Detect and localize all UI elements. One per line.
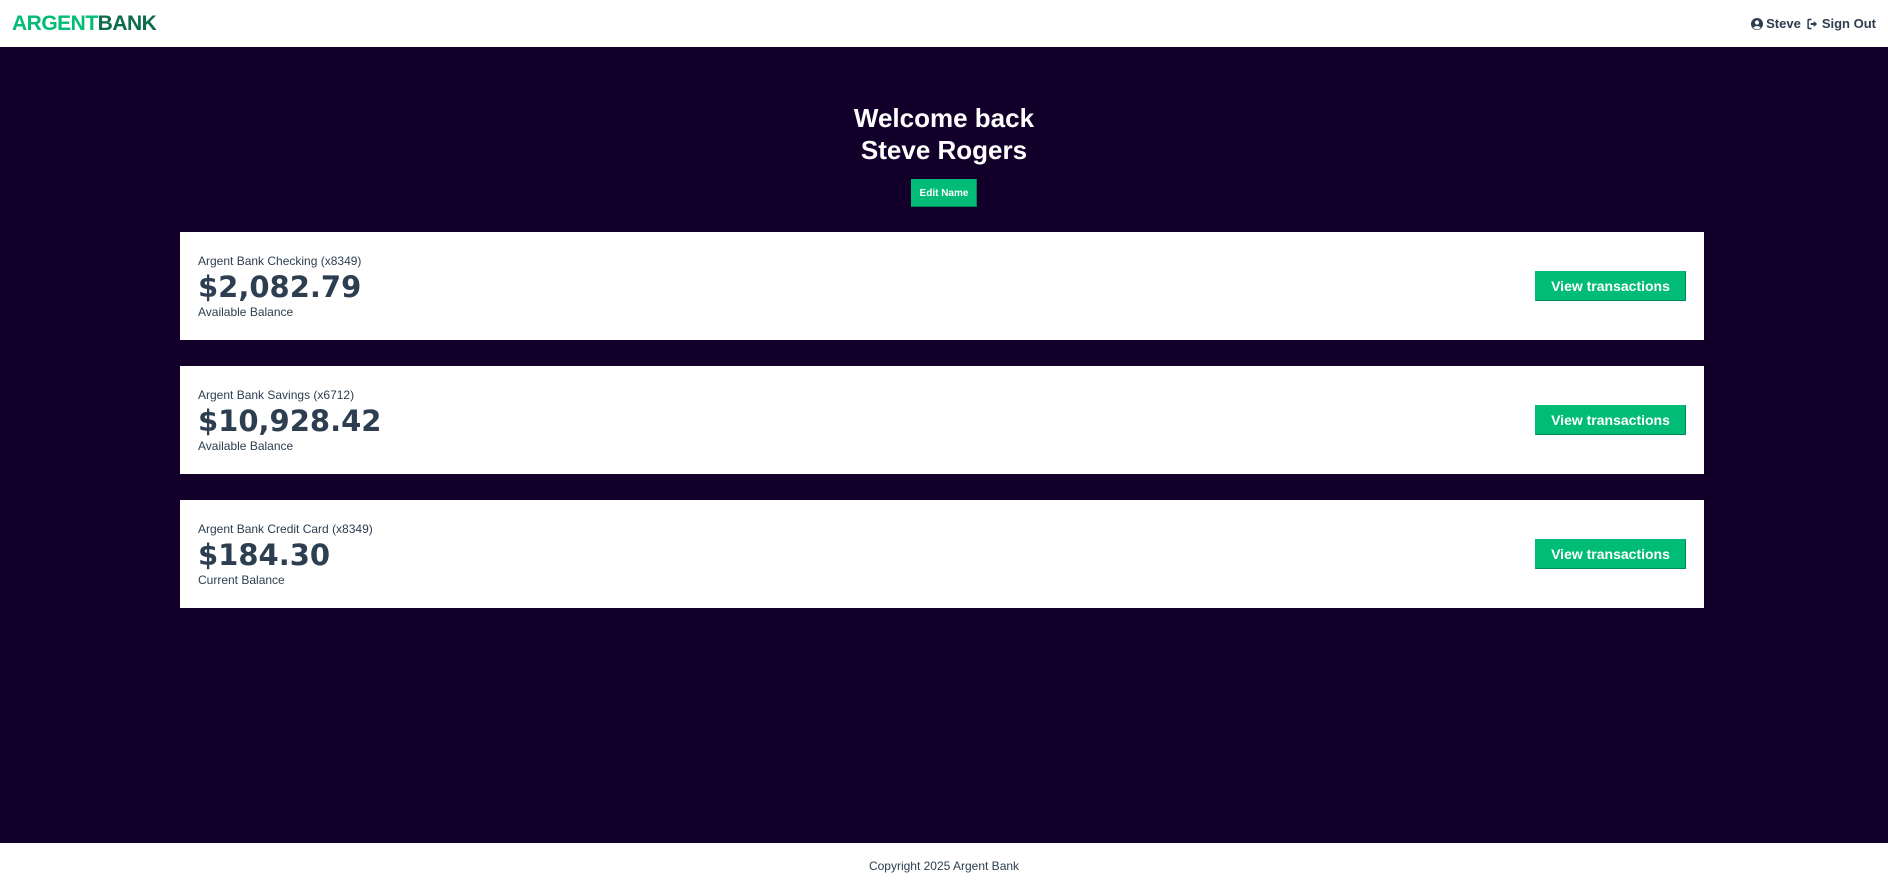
welcome-title: Welcome back Steve Rogers <box>0 102 1888 166</box>
user-circle-icon <box>1751 17 1764 30</box>
nav-actions: Steve Sign Out <box>1751 16 1876 31</box>
copyright-text: Copyright 2025 Argent Bank <box>868 859 1020 873</box>
account-info: Argent Bank Credit Card (x8349) $184.30 … <box>198 522 373 587</box>
sign-out-link[interactable]: Sign Out <box>1807 16 1876 31</box>
sign-out-label: Sign Out <box>1821 16 1876 31</box>
account-title: Argent Bank Credit Card (x8349) <box>198 521 373 536</box>
view-transactions-button[interactable]: View transactions <box>1535 539 1686 569</box>
sign-out-icon <box>1807 18 1817 29</box>
account-amount: $10,928.42 <box>198 403 382 438</box>
footer: Copyright 2025 Argent Bank <box>0 843 1888 889</box>
account-balance-label: Current Balance <box>198 572 285 587</box>
account-checking: Argent Bank Checking (x8349) $2,082.79 A… <box>180 232 1704 340</box>
account-balance-label: Available Balance <box>198 438 294 453</box>
account-credit-card: Argent Bank Credit Card (x8349) $184.30 … <box>180 500 1704 608</box>
account-amount: $184.30 <box>198 537 331 572</box>
brand-logo[interactable]: ARGENT BANK <box>12 11 157 36</box>
view-transactions-button[interactable]: View transactions <box>1535 405 1686 435</box>
brand-logo-part2: BANK <box>97 11 157 35</box>
brand-logo-part1: ARGENT <box>12 11 98 35</box>
account-balance-label: Available Balance <box>198 304 294 319</box>
view-transactions-button[interactable]: View transactions <box>1535 271 1686 301</box>
main-content: Welcome back Steve Rogers Edit Name Arge… <box>0 47 1888 843</box>
user-profile-link[interactable]: Steve <box>1751 16 1801 31</box>
account-amount: $2,082.79 <box>198 269 362 304</box>
account-savings: Argent Bank Savings (x6712) $10,928.42 A… <box>180 366 1704 474</box>
welcome-line: Welcome back <box>853 103 1035 133</box>
edit-name-button[interactable]: Edit Name <box>911 179 977 207</box>
main-nav: ARGENT BANK Steve Sign Out <box>0 0 1888 47</box>
account-title: Argent Bank Checking (x8349) <box>198 253 362 268</box>
welcome-header: Welcome back Steve Rogers Edit Name <box>0 47 1888 207</box>
user-name-label: Steve <box>1766 16 1801 31</box>
account-info: Argent Bank Savings (x6712) $10,928.42 A… <box>198 388 381 453</box>
account-title: Argent Bank Savings (x6712) <box>198 387 355 402</box>
account-info: Argent Bank Checking (x8349) $2,082.79 A… <box>198 254 361 319</box>
user-full-name: Steve Rogers <box>860 135 1028 165</box>
